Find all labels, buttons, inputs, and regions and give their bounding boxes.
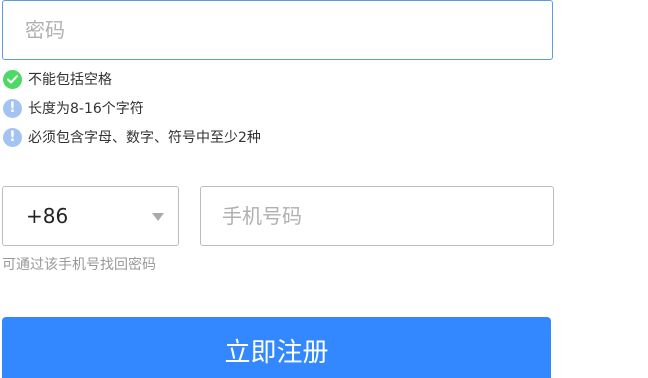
password-field[interactable] xyxy=(2,0,553,60)
register-button[interactable]: 立即注册 xyxy=(2,317,551,378)
password-rules: 不能包括空格 ! 长度为8-16个字符 ! 必须包含字母、数字、符号中至少2种 xyxy=(3,68,261,155)
rule-text: 长度为8-16个字符 xyxy=(28,101,144,117)
country-code-value: +86 xyxy=(26,204,69,228)
info-circle-icon: ! xyxy=(3,98,22,118)
rule-text: 必须包含字母、数字、符号中至少2种 xyxy=(28,130,261,146)
password-input[interactable] xyxy=(3,1,552,59)
rule-char-types: ! 必须包含字母、数字、符号中至少2种 xyxy=(3,126,261,148)
info-circle-icon: ! xyxy=(3,127,22,147)
country-code-select[interactable]: +86 xyxy=(2,186,179,246)
rule-text: 不能包括空格 xyxy=(28,72,112,88)
rule-length: ! 长度为8-16个字符 xyxy=(3,97,261,119)
caret-down-icon xyxy=(152,213,164,221)
phone-input[interactable] xyxy=(201,187,553,245)
register-form: 不能包括空格 ! 长度为8-16个字符 ! 必须包含字母、数字、符号中至少2种 … xyxy=(0,0,648,378)
phone-field[interactable] xyxy=(200,186,554,246)
check-circle-icon xyxy=(3,69,22,89)
rule-no-spaces: 不能包括空格 xyxy=(3,68,261,90)
phone-hint: 可通过该手机号找回密码 xyxy=(2,257,156,273)
